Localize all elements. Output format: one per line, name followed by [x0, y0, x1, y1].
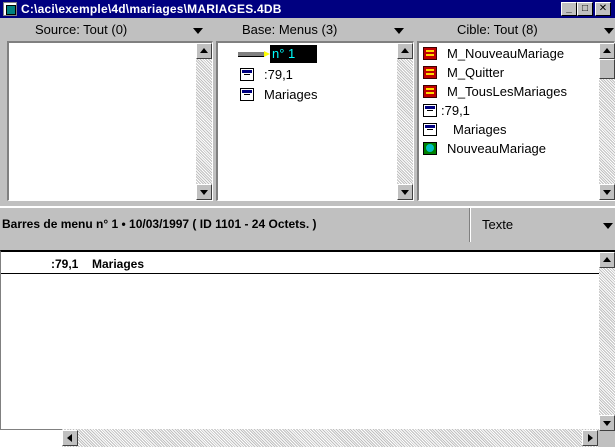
list-item-label: Mariages — [453, 122, 507, 137]
form-icon — [423, 142, 437, 155]
list-item-label: :79,1 — [264, 67, 293, 82]
scroll-down-button[interactable] — [599, 415, 615, 431]
list-item-label: M_TousLesMariages — [447, 84, 567, 99]
editor-row[interactable]: :79,1 Mariages — [1, 252, 599, 274]
application-window: C:\aci\exemple\4d\mariages\MARIAGES.4DB … — [0, 0, 615, 447]
list-item-label: n° 1 — [270, 45, 318, 63]
chevron-down-icon[interactable] — [603, 223, 613, 229]
menu-bar-icon — [238, 51, 270, 57]
menu-editor[interactable]: :79,1 Mariages — [0, 250, 615, 431]
cible-vscroll[interactable] — [599, 43, 615, 200]
source-dropdown[interactable]: Source: Tout (0) — [0, 19, 213, 41]
base-label: Base: Menus (3) — [242, 22, 338, 37]
method-icon — [423, 47, 437, 60]
source-label: Source: Tout (0) — [35, 22, 128, 37]
window-title: C:\aci\exemple\4d\mariages\MARIAGES.4DB — [21, 2, 282, 16]
chevron-down-icon — [394, 28, 404, 34]
source-vscroll[interactable] — [196, 43, 212, 200]
menu-icon — [423, 104, 437, 117]
scroll-thumb[interactable] — [599, 59, 615, 79]
info-bar: Barres de menu n° 1 • 10/03/1997 ( ID 11… — [0, 206, 615, 242]
list-item-label: Mariages — [264, 87, 318, 102]
menu-icon — [240, 68, 254, 81]
list-item-label: M_NouveauMariage — [447, 46, 565, 61]
divider — [469, 208, 471, 242]
app-icon[interactable] — [3, 2, 17, 16]
list-item-label: :79,1 — [441, 103, 470, 118]
scroll-up-button[interactable] — [599, 43, 615, 59]
editor-vscroll[interactable] — [599, 252, 615, 431]
method-icon — [423, 85, 437, 98]
scroll-up-button[interactable] — [196, 43, 212, 59]
menu-bar-info: Barres de menu n° 1 • 10/03/1997 ( ID 11… — [2, 217, 317, 231]
menu-icon — [423, 123, 437, 136]
base-dropdown[interactable]: Base: Menus (3) — [216, 19, 414, 41]
source-list[interactable] — [7, 41, 213, 201]
base-list[interactable]: n° 1 :79,1 Mariages — [216, 41, 414, 201]
scroll-up-button[interactable] — [599, 252, 615, 268]
cible-dropdown[interactable]: Cible: Tout (8) — [417, 19, 615, 41]
maximize-button[interactable]: □ — [577, 2, 593, 16]
scroll-down-button[interactable] — [196, 184, 212, 200]
list-item-label: M_Quitter — [447, 65, 505, 80]
menu-number: :79,1 — [51, 257, 79, 271]
cible-list[interactable]: M_NouveauMariage M_Quitter M_TousLesMari… — [417, 41, 615, 201]
scroll-right-button[interactable] — [582, 430, 598, 446]
menu-icon — [240, 88, 254, 101]
editor-status-area — [0, 429, 62, 447]
scroll-up-button[interactable] — [397, 43, 413, 59]
list-item-label: NouveauMariage — [447, 141, 547, 156]
method-icon — [423, 66, 437, 79]
chevron-down-icon — [604, 28, 614, 34]
base-vscroll[interactable] — [397, 43, 413, 200]
scroll-down-button[interactable] — [599, 184, 615, 200]
chevron-down-icon — [193, 28, 203, 34]
minimize-button[interactable]: _ — [561, 2, 577, 16]
list-item[interactable]: n° 1 — [238, 45, 388, 63]
view-type-dropdown[interactable]: Texte — [482, 217, 513, 232]
close-button[interactable]: ✕ — [595, 2, 611, 16]
scroll-left-button[interactable] — [62, 430, 78, 446]
title-bar[interactable]: C:\aci\exemple\4d\mariages\MARIAGES.4DB … — [0, 0, 615, 18]
scroll-down-button[interactable] — [397, 184, 413, 200]
editor-hscroll[interactable] — [62, 429, 598, 447]
cible-label: Cible: Tout (8) — [457, 22, 538, 37]
menu-name: Mariages — [92, 257, 145, 271]
